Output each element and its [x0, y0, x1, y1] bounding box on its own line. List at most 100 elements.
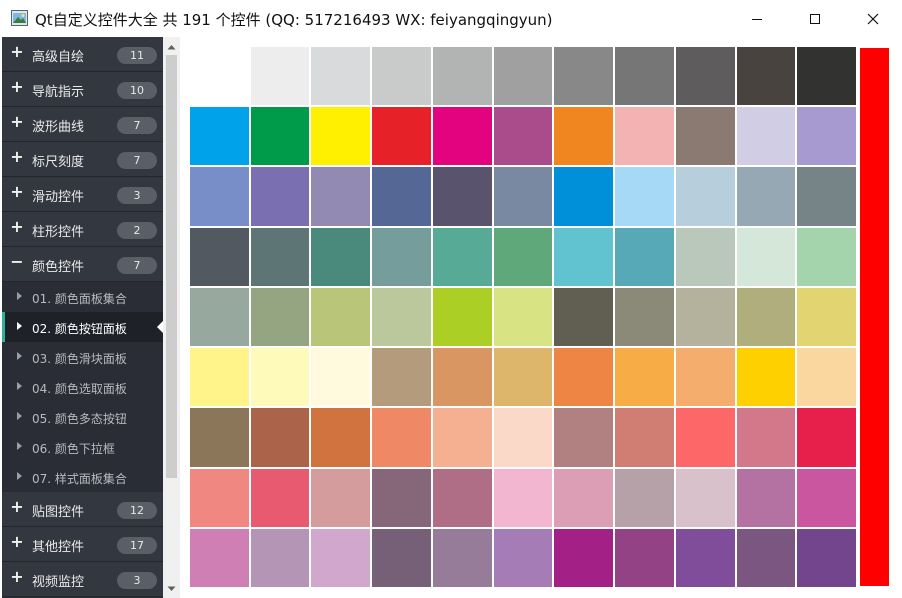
sidebar-scrollbar[interactable] [163, 37, 180, 598]
color-button[interactable] [190, 167, 249, 226]
color-button[interactable] [311, 47, 371, 106]
color-button[interactable] [372, 167, 431, 226]
color-button[interactable] [493, 468, 553, 527]
color-button[interactable] [432, 528, 492, 587]
sidebar-item[interactable]: 03. 颜色滑块面板 [2, 342, 163, 372]
color-button[interactable] [311, 287, 371, 347]
maximize-button[interactable] [786, 0, 844, 37]
color-button[interactable] [250, 408, 310, 467]
color-button[interactable] [190, 348, 249, 407]
sidebar-group[interactable]: + 波形曲线 7 [2, 107, 163, 142]
scroll-up-button[interactable] [163, 39, 180, 54]
color-button[interactable] [554, 408, 614, 467]
color-button[interactable] [797, 227, 856, 286]
color-button[interactable] [432, 227, 492, 286]
color-button[interactable] [311, 348, 371, 407]
color-button[interactable] [493, 408, 553, 467]
scroll-thumb[interactable] [166, 55, 177, 478]
color-button[interactable] [675, 408, 735, 467]
sidebar-item[interactable]: 06. 颜色下拉框 [2, 432, 163, 462]
sidebar-item[interactable]: 02. 颜色按钮面板 [2, 312, 163, 342]
color-button[interactable] [554, 47, 614, 106]
color-button[interactable] [675, 167, 735, 226]
color-button[interactable] [554, 348, 614, 407]
color-button[interactable] [432, 408, 492, 467]
color-button[interactable] [493, 167, 553, 226]
color-button[interactable] [250, 227, 310, 286]
close-button[interactable] [844, 0, 902, 37]
color-button[interactable] [615, 167, 674, 226]
color-button[interactable] [311, 167, 371, 226]
color-button[interactable] [250, 107, 310, 166]
color-button[interactable] [736, 348, 796, 407]
color-button[interactable] [372, 528, 431, 587]
color-button[interactable] [797, 167, 856, 226]
color-button[interactable] [615, 227, 674, 286]
color-button[interactable] [250, 468, 310, 527]
color-button[interactable] [311, 528, 371, 587]
color-button[interactable] [250, 348, 310, 407]
color-button[interactable] [190, 528, 249, 587]
color-button[interactable] [675, 107, 735, 166]
color-button[interactable] [797, 107, 856, 166]
color-button[interactable] [675, 348, 735, 407]
color-button[interactable] [493, 227, 553, 286]
color-button[interactable] [554, 167, 614, 226]
color-button[interactable] [615, 47, 674, 106]
color-button[interactable] [797, 468, 856, 527]
color-button[interactable] [190, 468, 249, 527]
color-button[interactable] [736, 227, 796, 286]
color-button[interactable] [615, 528, 674, 587]
color-button[interactable] [615, 287, 674, 347]
color-button[interactable] [493, 348, 553, 407]
color-button[interactable] [190, 107, 249, 166]
color-button[interactable] [372, 348, 431, 407]
color-button[interactable] [493, 528, 553, 587]
sidebar-group[interactable]: + 其他控件 17 [2, 527, 163, 562]
color-button[interactable] [797, 287, 856, 347]
color-button[interactable] [554, 287, 614, 347]
color-button[interactable] [250, 528, 310, 587]
sidebar-item[interactable]: 07. 样式面板集合 [2, 462, 163, 492]
color-button[interactable] [736, 408, 796, 467]
color-button[interactable] [432, 468, 492, 527]
color-button[interactable] [736, 167, 796, 226]
color-button[interactable] [736, 47, 796, 106]
color-button[interactable] [372, 107, 431, 166]
color-button[interactable] [675, 47, 735, 106]
color-button[interactable] [736, 107, 796, 166]
minimize-button[interactable] [728, 0, 786, 37]
color-button[interactable] [615, 107, 674, 166]
sidebar-group[interactable]: + 高级自绘 11 [2, 37, 163, 72]
color-button[interactable] [432, 107, 492, 166]
color-button[interactable] [675, 468, 735, 527]
color-button[interactable] [250, 287, 310, 347]
color-button[interactable] [797, 408, 856, 467]
color-button[interactable] [675, 528, 735, 587]
color-button[interactable] [311, 408, 371, 467]
color-button[interactable] [493, 47, 553, 106]
color-button[interactable] [797, 348, 856, 407]
color-button[interactable] [190, 408, 249, 467]
color-button[interactable] [554, 528, 614, 587]
sidebar-group[interactable]: + 标尺刻度 7 [2, 142, 163, 177]
color-button[interactable] [250, 167, 310, 226]
color-button[interactable] [736, 528, 796, 587]
color-button[interactable] [675, 287, 735, 347]
sidebar-group[interactable]: + 视频监控 3 [2, 562, 163, 597]
color-button[interactable] [797, 528, 856, 587]
color-button[interactable] [736, 468, 796, 527]
color-button[interactable] [372, 47, 431, 106]
color-button[interactable] [736, 287, 796, 347]
color-button[interactable] [554, 468, 614, 527]
color-button[interactable] [190, 227, 249, 286]
sidebar-group[interactable]: + 贴图控件 12 [2, 492, 163, 527]
color-button[interactable] [311, 107, 371, 166]
sidebar-group[interactable]: + 导航指示 10 [2, 72, 163, 107]
color-button[interactable] [493, 287, 553, 347]
color-button[interactable] [372, 227, 431, 286]
color-button[interactable] [432, 167, 492, 226]
color-button[interactable] [190, 287, 249, 347]
color-button[interactable] [554, 107, 614, 166]
sidebar-item[interactable]: 04. 颜色选取面板 [2, 372, 163, 402]
